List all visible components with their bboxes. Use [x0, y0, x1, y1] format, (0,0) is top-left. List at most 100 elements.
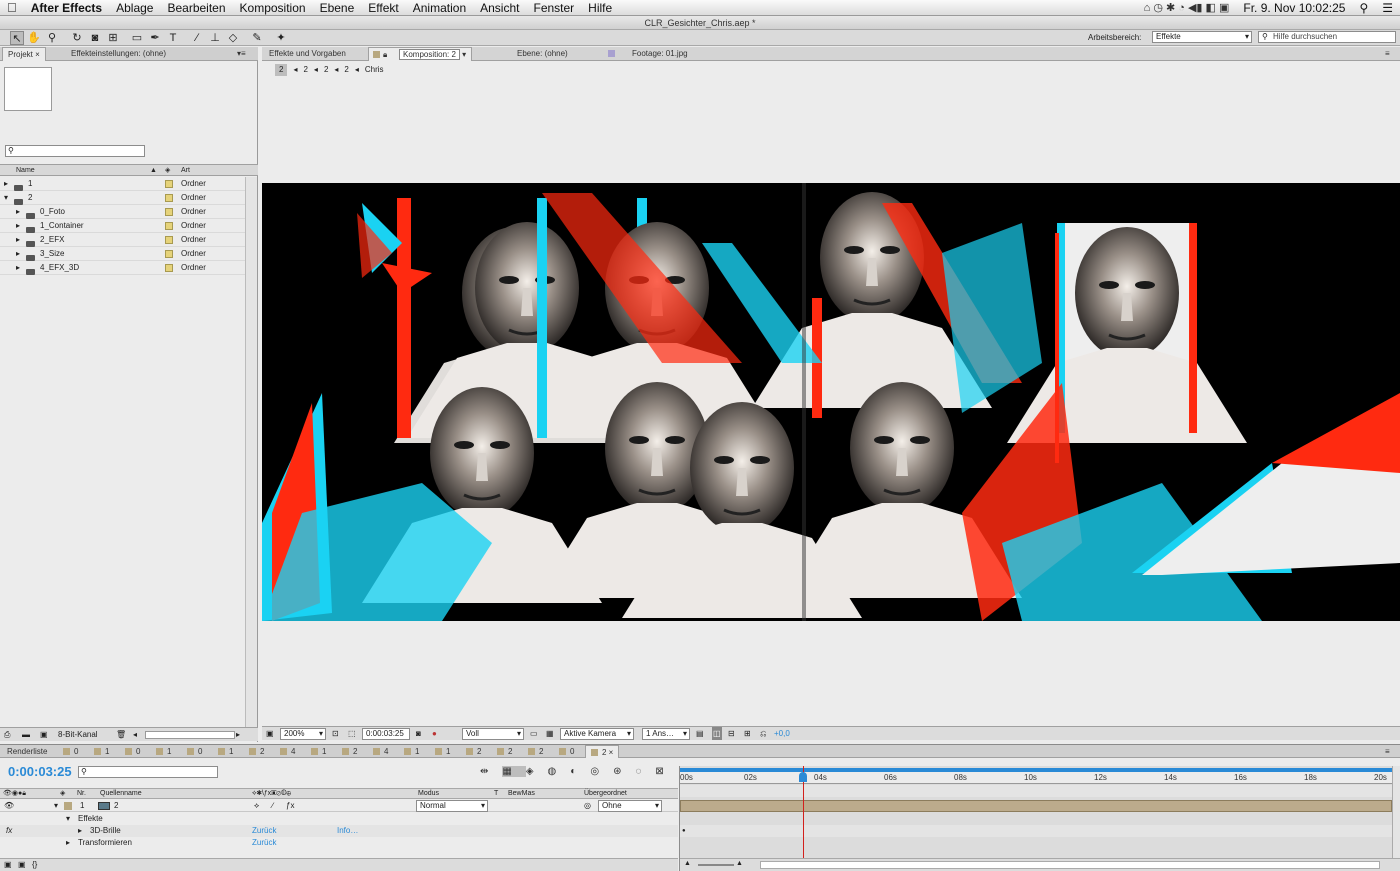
safe-zones-icon[interactable]: ⊡ [332, 727, 339, 740]
shy-icon[interactable]: ◈ [526, 766, 548, 777]
label-tag-icon[interactable]: ◈ [60, 789, 65, 799]
menu-fenster[interactable]: Fenster [526, 1, 581, 15]
eraser-tool-icon[interactable]: ◇ [226, 31, 240, 45]
project-scrollbar[interactable] [245, 177, 257, 727]
timeline-hscrollbar[interactable] [760, 861, 1380, 869]
transparency-grid-icon[interactable]: ▦ [546, 727, 554, 740]
brush-tool-icon[interactable]: ∕ [190, 31, 204, 45]
project-row[interactable]: ▸ 4_EFX_3D Ordner [0, 261, 245, 275]
label-color-swatch[interactable] [165, 250, 173, 258]
switch-icons[interactable]: ⟡✱\ƒx▣⊘◍⊕ [252, 789, 291, 799]
panel-menu-icon[interactable]: ≡ [1380, 47, 1395, 61]
label-color-swatch[interactable] [165, 194, 173, 202]
breadcrumb-item-4[interactable]: 2 [344, 64, 348, 76]
time-ruler[interactable]: 00s 02s 04s 06s 08s 10s 12s 14s 16s 18s 20s [680, 772, 1392, 784]
new-folder-icon[interactable]: ▬ [22, 728, 30, 741]
project-row[interactable]: ▾ 2 Ordner [0, 191, 245, 205]
horizontal-scrollbar[interactable] [145, 731, 235, 739]
menubar-clock[interactable]: Fr. 9. Nov 10:02:25 [1236, 1, 1352, 15]
project-row[interactable]: ▸ 2_EFX Ordner [0, 233, 245, 247]
project-row[interactable]: ▸ 1 Ordner [0, 177, 245, 191]
sort-icon[interactable]: ▲ [150, 165, 157, 176]
tab-comp[interactable]: 0 [182, 745, 207, 759]
breadcrumb-item-1[interactable]: 2 [275, 64, 288, 76]
apple-icon[interactable]:  [0, 0, 24, 15]
close-icon[interactable]: × [35, 50, 40, 59]
mask-visibility-icon[interactable]: ⬚ [348, 727, 356, 740]
frame-blending-icon[interactable]: ◍ [548, 766, 571, 777]
flowchart-icon[interactable]: ⊞ [744, 727, 751, 740]
toggle-modes-icon[interactable]: ▣ [18, 859, 26, 871]
tab-comp[interactable]: 1 [151, 745, 176, 759]
clone-tool-icon[interactable]: ⊥ [208, 31, 222, 45]
breadcrumb-item-3[interactable]: 2 [324, 64, 328, 76]
tab-comp[interactable]: 2 [244, 745, 269, 759]
layer-duration-bar[interactable] [680, 800, 1392, 812]
tab-comp[interactable]: 1 [89, 745, 114, 759]
tab-comp[interactable]: 1 [213, 745, 238, 759]
tab-footage[interactable]: Footage: 01.jpg [602, 47, 693, 61]
timeline-vscrollbar[interactable] [1392, 766, 1400, 858]
menu-bearbeiten[interactable]: Bearbeiten [160, 1, 232, 15]
zoom-select[interactable]: 200% ▾ [280, 728, 326, 740]
zoom-slider[interactable] [698, 864, 734, 866]
tab-comp[interactable]: 2 [337, 745, 362, 759]
effect-row[interactable]: fx ▸ 3D-Brille Zurück Info… [0, 825, 678, 837]
label-color-swatch[interactable] [165, 264, 173, 272]
effect-info-link[interactable]: Info… [337, 825, 358, 837]
exposure-reset-icon[interactable]: ⎌ [760, 727, 766, 740]
menu-app[interactable]: After Effects [24, 1, 109, 15]
help-search-input[interactable]: ⚲ Hilfe durchsuchen [1258, 31, 1396, 43]
transform-row[interactable]: ▸ Transformieren Zurück [0, 837, 678, 849]
scroll-right-icon[interactable]: ▸ [236, 728, 240, 741]
tab-comp[interactable]: 0 [58, 745, 83, 759]
collapsed-triangle-icon[interactable]: ▸ [16, 233, 20, 247]
bit-depth-label[interactable]: 8-Bit-Kanal [58, 728, 98, 741]
collapsed-triangle-icon[interactable]: ▸ [16, 261, 20, 275]
keyframe-dot-icon[interactable]: ● [682, 828, 686, 834]
col-nr[interactable]: Nr. [77, 789, 86, 799]
tab-comp[interactable]: 4 [275, 745, 300, 759]
views-select[interactable]: 1 Ans… ▾ [642, 728, 690, 740]
label-color-swatch[interactable] [165, 180, 173, 188]
tab-comp[interactable]: 0 [120, 745, 145, 759]
fx-icon[interactable]: fx [6, 825, 12, 837]
tab-layer[interactable]: Ebene: (ohne) [512, 47, 573, 61]
tab-composition[interactable]: 🔒︎ Komposition: 2 ▾ [368, 47, 473, 61]
trash-icon[interactable]: 🗑 [116, 728, 126, 741]
tab-effects-presets[interactable]: Effekte und Vorgaben [264, 47, 351, 61]
menu-ansicht[interactable]: Ansicht [473, 1, 526, 15]
keyframe-icon[interactable]: ◌ [635, 766, 655, 777]
col-name[interactable]: Name [16, 165, 35, 176]
col-mode[interactable]: Modus [418, 789, 439, 799]
av-switches-icon[interactable]: 👁◉●🔒︎ [3, 789, 26, 799]
tab-comp[interactable]: 1 [399, 745, 424, 759]
menu-effekt[interactable]: Effekt [361, 1, 405, 15]
interpret-footage-icon[interactable]: ⎙ [4, 728, 10, 741]
collapsed-triangle-icon[interactable]: ▸ [16, 219, 20, 233]
selection-tool-icon[interactable]: ↖ [10, 31, 24, 45]
workspace-select[interactable]: Effekte ▾ [1152, 31, 1252, 43]
quality-switch-icon[interactable]: ∕ [272, 800, 273, 812]
composition-viewer[interactable] [262, 183, 1400, 621]
menu-animation[interactable]: Animation [406, 1, 473, 15]
project-row[interactable]: ▸ 1_Container Ordner [0, 219, 245, 233]
col-source-name[interactable]: Quellenname [100, 789, 142, 799]
lock-icon[interactable]: 🔒︎ [383, 48, 387, 61]
brainstorm-icon[interactable]: ◎ [590, 766, 613, 777]
scroll-left-icon[interactable]: ◂ [133, 728, 137, 741]
timeline-search-input[interactable]: ⚲ [78, 766, 218, 778]
zoom-out-icon[interactable]: ▲ [684, 860, 691, 867]
tab-comp[interactable]: 2 [492, 745, 517, 759]
comp-mini-flowchart-icon[interactable]: ⇹ [480, 766, 502, 777]
zoom-in-icon[interactable]: ▲ [736, 860, 743, 867]
tab-comp[interactable]: 2 × [585, 745, 620, 759]
transform-reset-link[interactable]: Zurück [252, 837, 276, 849]
new-composition-icon[interactable]: ▣ [40, 728, 48, 741]
label-color-swatch[interactable] [165, 236, 173, 244]
camera-tool-icon[interactable]: ◙ [88, 31, 102, 45]
rotate-tool-icon[interactable]: ↻ [70, 31, 84, 45]
label-tag-icon[interactable]: ◈ [165, 165, 170, 176]
close-icon[interactable]: × [606, 748, 614, 757]
camera-select[interactable]: Aktive Kamera ▾ [560, 728, 634, 740]
